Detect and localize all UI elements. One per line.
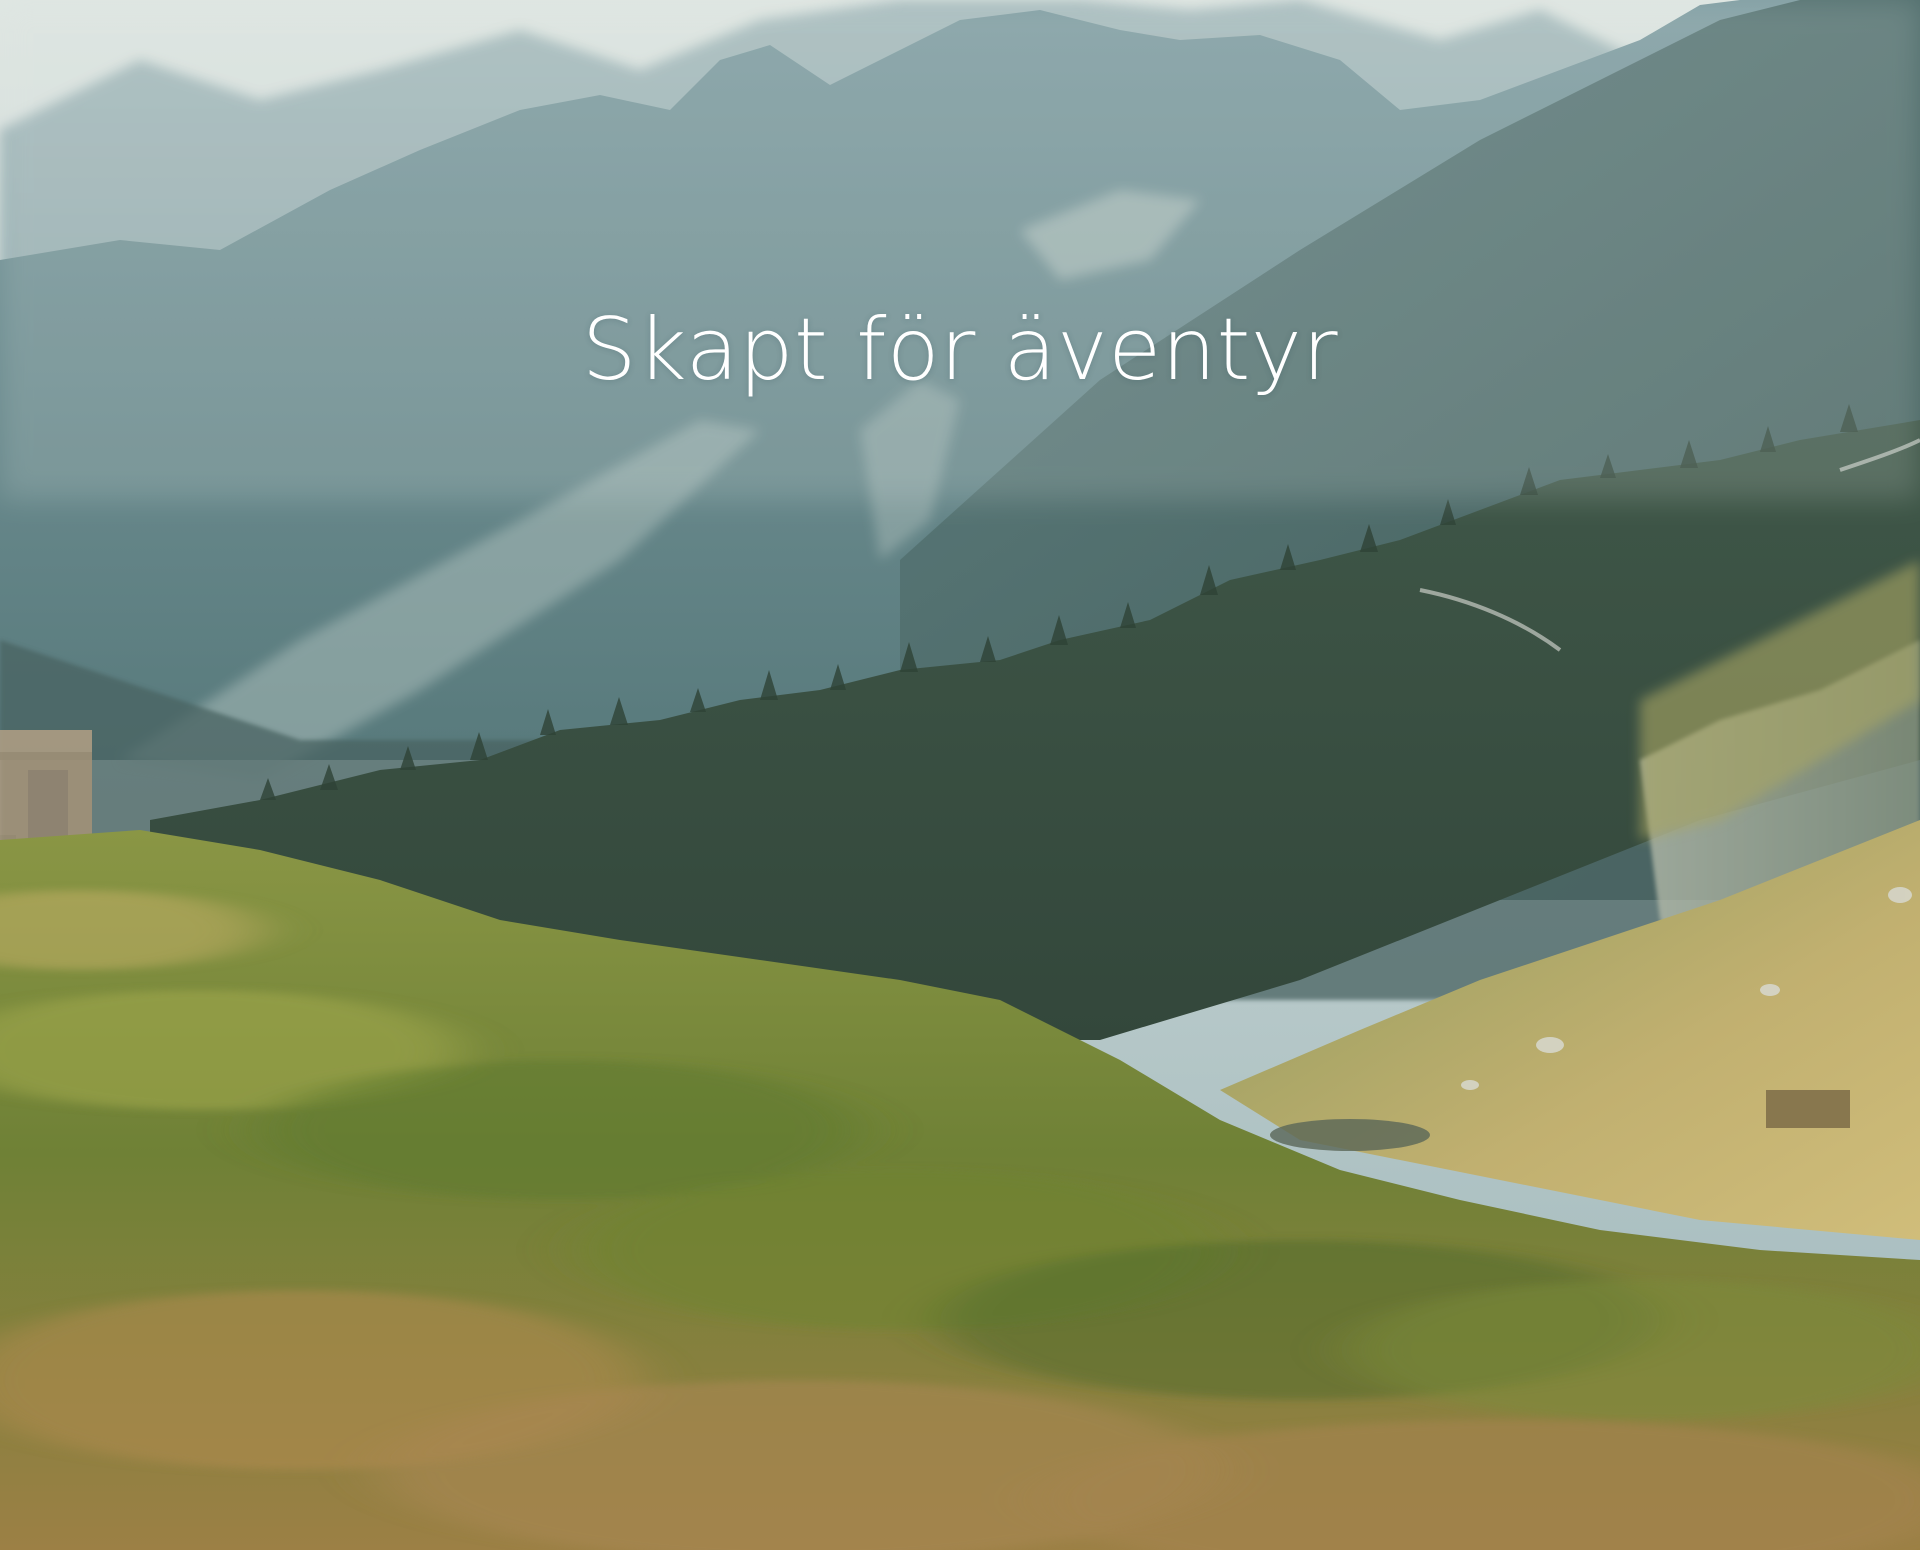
mountain-landscape-image <box>0 0 1920 1550</box>
alpine-hut <box>1766 1090 1850 1128</box>
hero-headline: Skapt för äventyr <box>581 300 1339 400</box>
haze-overlay <box>0 0 1920 500</box>
mountain-pond <box>1270 1119 1430 1151</box>
hero-banner: Skapt för äventyr <box>0 0 1920 1550</box>
